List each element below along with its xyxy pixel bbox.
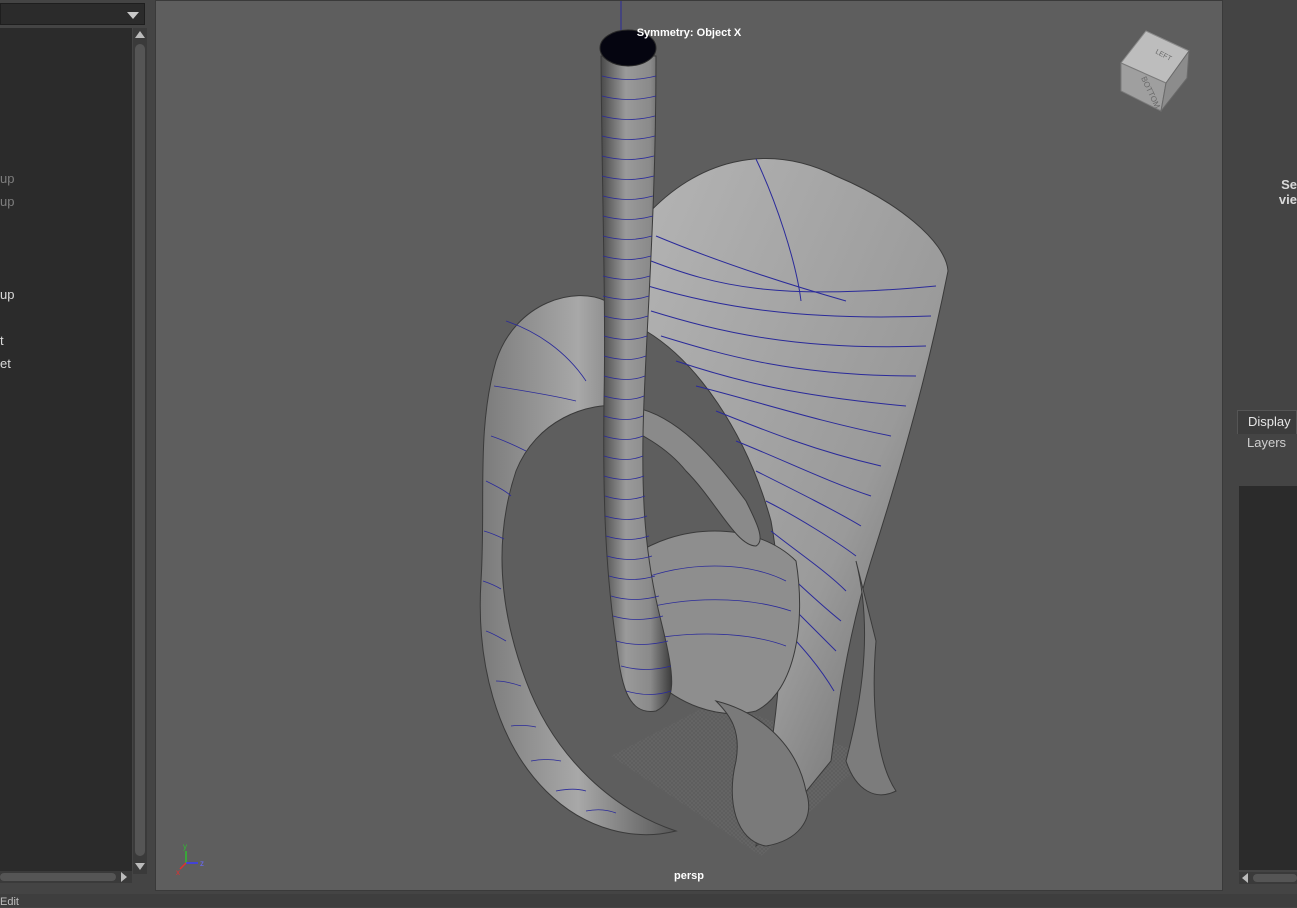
bottom-bar-label: Edit: [0, 896, 19, 908]
scroll-right-arrow-icon[interactable]: [121, 872, 127, 882]
outliner-panel: up up up t et: [0, 0, 150, 907]
bottom-bar: [0, 894, 1297, 907]
scroll-left-arrow-icon[interactable]: [1242, 873, 1248, 883]
outliner-item[interactable]: up: [0, 287, 14, 302]
symmetry-status: Symmetry: Object X: [636, 27, 742, 39]
chevron-down-icon[interactable]: [127, 12, 139, 19]
outliner-item[interactable]: t: [0, 333, 4, 348]
layer-horizontal-scrollbar[interactable]: [1239, 872, 1297, 884]
scrollbar-thumb[interactable]: [135, 44, 145, 856]
outliner-item[interactable]: up: [0, 194, 14, 209]
axis-y-label: y: [183, 842, 187, 851]
tab-display[interactable]: Display: [1237, 410, 1297, 434]
outliner-horizontal-scrollbar[interactable]: [0, 871, 132, 883]
layers-menu[interactable]: Layers: [1247, 435, 1286, 450]
axis-z-label: z: [200, 859, 204, 868]
scrollbar-thumb[interactable]: [0, 873, 116, 881]
perspective-viewport[interactable]: Symmetry: Object X LEFT BOTTOM y z x per…: [155, 0, 1223, 891]
model-render[interactable]: [156, 1, 1223, 891]
outliner-item[interactable]: et: [0, 356, 11, 371]
scroll-down-arrow-icon[interactable]: [135, 863, 145, 870]
outliner-filter-dropdown[interactable]: [0, 3, 145, 25]
outliner-vertical-scrollbar[interactable]: [133, 28, 147, 874]
outliner-list[interactable]: up up up t et: [0, 28, 132, 874]
viewcube-icon[interactable]: LEFT BOTTOM: [1111, 23, 1191, 118]
empty-selection-hint: Se: [1281, 177, 1297, 192]
empty-selection-hint: vie: [1278, 192, 1297, 207]
outliner-item[interactable]: up: [0, 171, 14, 186]
scrollbar-thumb[interactable]: [1253, 874, 1297, 882]
scroll-up-arrow-icon[interactable]: [135, 31, 145, 38]
camera-name-label: persp: [674, 870, 704, 882]
attribute-area: Se vie: [1227, 0, 1297, 400]
channel-layer-panel: Se vie Display Layers: [1227, 0, 1297, 907]
layer-list[interactable]: [1239, 486, 1297, 870]
